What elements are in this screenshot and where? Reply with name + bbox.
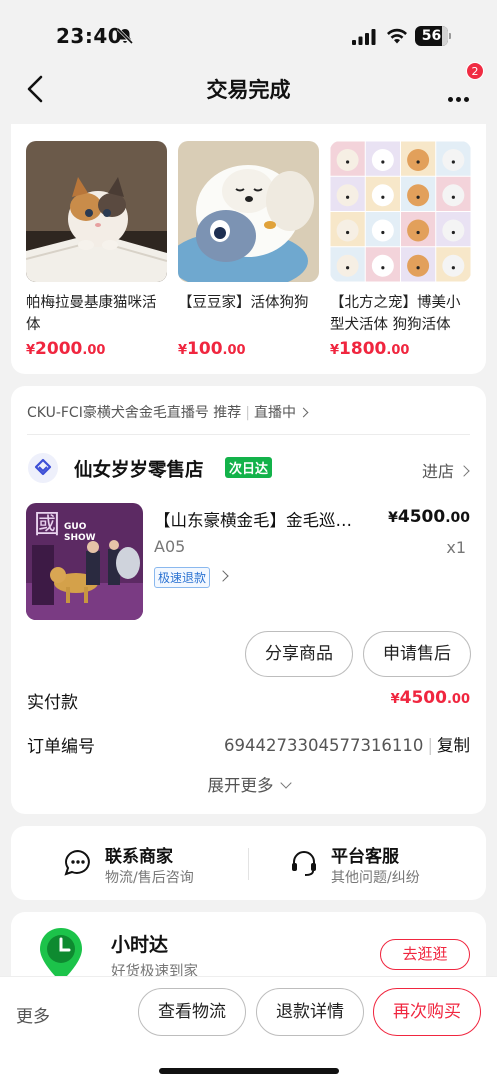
- headset-icon: [292, 851, 316, 876]
- platform-service-title: 平台客服: [331, 847, 399, 867]
- order-product-title[interactable]: 【山东豪横金毛】金毛巡回赛冠军: [154, 507, 364, 531]
- order-number-value: 6944273304577316110: [223, 736, 424, 755]
- product-price: ¥100.00: [178, 339, 246, 359]
- shop-logo-icon: [28, 453, 58, 483]
- share-product-button[interactable]: 分享商品: [245, 631, 353, 677]
- view-logistics-button[interactable]: 查看物流: [138, 988, 246, 1036]
- fast-refund-tag[interactable]: 极速退款: [154, 567, 211, 588]
- chat-bubble-icon: [64, 849, 90, 876]
- live-stream-link[interactable]: CKU-FCI豪横犬舍金毛直播号 推荐 | 直播中: [27, 402, 309, 422]
- product-name: 【北方之宠】博美小型犬活体 狗狗活体: [330, 295, 461, 333]
- page-title: 交易完成: [206, 78, 291, 102]
- product-name: 【豆豆家】活体狗狗: [178, 295, 309, 311]
- apply-aftersale-button[interactable]: 申请售后: [363, 631, 471, 677]
- copy-button[interactable]: 复制: [437, 736, 470, 755]
- battery-level: 56: [421, 28, 442, 44]
- divider: [27, 434, 470, 435]
- nav-bar: 交易完成: [0, 70, 497, 120]
- order-number-label: 订单编号: [27, 737, 95, 757]
- chevron-right-icon: [298, 407, 309, 418]
- next-day-badge: 次日达: [225, 457, 273, 478]
- chevron-down-icon: [279, 777, 292, 789]
- svg-text:國: 國: [34, 510, 60, 540]
- order-number: 6944273304577316110 | 复制: [223, 736, 470, 755]
- hour-delivery-title: 小时达: [111, 934, 169, 956]
- recommended-product[interactable]: 帕梅拉曼基康猫咪活体 ¥2000.00: [26, 141, 167, 359]
- product-price: ¥1800.00: [330, 339, 410, 359]
- buy-again-button[interactable]: 再次购买: [373, 988, 481, 1036]
- product-image-puppy: [178, 141, 319, 282]
- chevron-right-icon[interactable]: [217, 570, 229, 582]
- product-image-pomeranian-collage: [330, 141, 471, 282]
- battery-icon: 56: [415, 26, 451, 46]
- order-product-image[interactable]: 國 GUO SHOW: [26, 503, 143, 620]
- go-browse-button[interactable]: 去逛逛: [380, 939, 470, 970]
- refund-details-button[interactable]: 退款详情: [256, 988, 364, 1036]
- product-image-kitten: [26, 141, 167, 282]
- contact-merchant-title: 联系商家: [105, 847, 173, 867]
- status-time: 23:40: [56, 24, 123, 48]
- order-product-price: ¥4500.00: [388, 507, 470, 527]
- wifi-icon: [387, 28, 407, 44]
- more-actions-button[interactable]: 更多: [16, 1002, 50, 1027]
- recommended-product[interactable]: 【豆豆家】活体狗狗 ¥100.00: [178, 141, 319, 359]
- enter-shop-label: 进店: [421, 462, 454, 481]
- order-card: CKU-FCI豪横犬舍金毛直播号 推荐 | 直播中 仙女岁岁零售店 次日达 进店 國…: [11, 386, 486, 814]
- chevron-right-icon: [458, 465, 470, 477]
- contact-card: 联系商家 物流/售后咨询 平台客服 其他问题/纠纷: [11, 826, 486, 900]
- paid-label: 实付款: [27, 693, 78, 713]
- expand-more-button[interactable]: 展开更多: [11, 772, 486, 796]
- live-status: 直播中: [254, 405, 297, 421]
- product-name: 帕梅拉曼基康猫咪活体: [26, 295, 157, 333]
- recommended-product[interactable]: 【北方之宠】博美小型犬活体 狗狗活体 ¥1800.00: [330, 141, 471, 359]
- platform-service-subtitle: 其他问题/纠纷: [331, 870, 420, 886]
- platform-service-button[interactable]: 平台客服 其他问题/纠纷: [249, 826, 486, 900]
- bell-muted-icon: [116, 27, 134, 45]
- shop-name[interactable]: 仙女岁岁零售店: [74, 456, 204, 482]
- status-bar: 23:40 56: [0, 0, 497, 70]
- order-product-quantity: x1: [446, 538, 466, 557]
- enter-shop-link[interactable]: 进店: [421, 458, 470, 482]
- order-product-spec: A05: [154, 537, 186, 556]
- home-indicator: [159, 1068, 339, 1074]
- signal-icon: [352, 29, 376, 45]
- product-price: ¥2000.00: [26, 339, 106, 359]
- svg-text:GUO: GUO: [64, 522, 87, 532]
- bottom-action-bar: 更多 查看物流 退款详情 再次购买: [0, 976, 497, 1080]
- contact-merchant-subtitle: 物流/售后咨询: [105, 870, 194, 886]
- paid-amount: ¥4500.00: [390, 688, 470, 708]
- expand-more-label: 展开更多: [207, 776, 274, 795]
- recommendation-card: 帕梅拉曼基康猫咪活体 ¥2000.00 【豆豆家】活体狗狗 ¥100.00 【北…: [11, 124, 486, 374]
- notification-badge: 2: [466, 62, 484, 80]
- contact-merchant-button[interactable]: 联系商家 物流/售后咨询: [11, 826, 248, 900]
- live-source: CKU-FCI豪横犬舍金毛直播号 推荐: [27, 405, 242, 421]
